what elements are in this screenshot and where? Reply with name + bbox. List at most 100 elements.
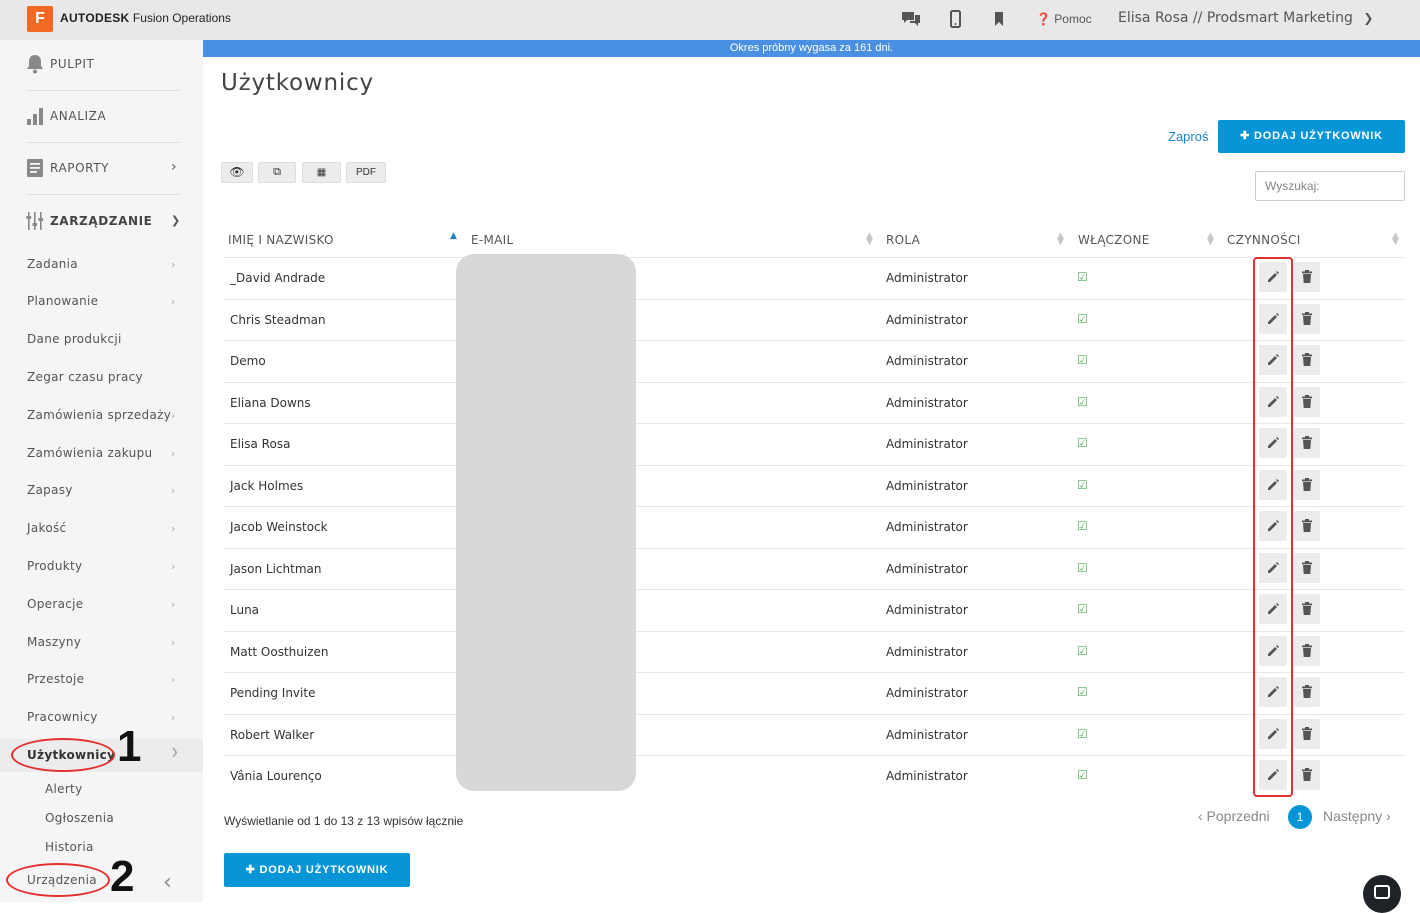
row-divider — [224, 672, 1405, 673]
delete-user-button[interactable] — [1294, 677, 1320, 707]
user-name-cell: Demo — [230, 354, 266, 368]
delete-user-button[interactable] — [1294, 719, 1320, 749]
sidebar-item-alerty[interactable]: Alerty — [45, 782, 82, 796]
column-header-role[interactable]: ROLA — [886, 233, 920, 247]
row-divider — [224, 340, 1405, 341]
page-1-button[interactable]: 1 — [1288, 805, 1312, 829]
delete-user-button[interactable] — [1294, 262, 1320, 292]
sidebar-item-analiza[interactable]: ANALIZA — [0, 92, 203, 142]
row-divider — [224, 714, 1405, 715]
sort-icon[interactable]: ▲ ▼ — [1207, 232, 1214, 247]
trash-icon — [1302, 561, 1312, 574]
annotation-box-edit-buttons — [1253, 257, 1293, 797]
table-info: Wyświetlanie od 1 do 13 z 13 wpisów łącz… — [224, 814, 464, 828]
sidebar-item-pulpit[interactable]: PULPIT — [0, 40, 203, 90]
trash-icon — [1302, 644, 1312, 657]
delete-user-button[interactable] — [1294, 304, 1320, 334]
enabled-check-icon: ☑ — [1077, 768, 1088, 782]
sidebar-item-produkty[interactable]: Produkty — [27, 559, 82, 573]
user-role-cell: Administrator — [886, 686, 968, 700]
delete-user-button[interactable] — [1294, 511, 1320, 541]
column-header-name[interactable]: IMIĘ I NAZWISKO — [228, 233, 334, 247]
copy-button[interactable]: ⧉ — [258, 162, 296, 183]
chat-bubbles-icon[interactable] — [900, 10, 922, 32]
sidebar-item-label: ZARZĄDZANIE — [50, 214, 153, 228]
sidebar-item-ogloszenia[interactable]: Ogłoszenia — [45, 811, 114, 825]
row-divider — [224, 631, 1405, 632]
previous-page-button[interactable]: ‹ Poprzedni — [1198, 808, 1270, 824]
column-visibility-button[interactable]: 👁 — [221, 162, 253, 183]
bookmark-icon[interactable] — [994, 10, 1004, 30]
table-icon: ▦ — [316, 167, 327, 178]
sort-icon[interactable]: ▲ ▼ — [1057, 232, 1064, 247]
brand-name[interactable]: AUTODESK Fusion Operations — [60, 11, 231, 25]
row-divider — [224, 382, 1405, 383]
user-role-cell: Administrator — [886, 313, 968, 327]
sidebar-item-zamowienia-sprzedazy[interactable]: Zamówienia sprzedaży — [27, 408, 171, 422]
enabled-check-icon: ☑ — [1077, 519, 1088, 533]
mobile-icon[interactable] — [950, 10, 961, 32]
add-user-button-bottom[interactable]: ✚ DODAJ UŻYTKOWNIK — [224, 853, 410, 887]
column-header-enabled[interactable]: WŁĄCZONE — [1078, 233, 1150, 247]
user-name-cell: Luna — [230, 603, 260, 617]
sidebar-item-planowanie[interactable]: Planowanie — [27, 294, 98, 308]
sidebar-item-historia[interactable]: Historia — [45, 840, 94, 854]
trash-icon — [1302, 768, 1312, 781]
sidebar-item-operacje[interactable]: Operacje — [27, 597, 83, 611]
user-menu[interactable]: Elisa Rosa // Prodsmart Marketing ❯ — [1118, 10, 1373, 26]
delete-user-button[interactable] — [1294, 428, 1320, 458]
report-icon — [26, 158, 44, 178]
collapse-sidebar-icon[interactable]: ‹ — [163, 870, 172, 895]
user-role-cell: Administrator — [886, 562, 968, 576]
enabled-check-icon: ☑ — [1077, 353, 1088, 367]
column-header-email[interactable]: E-MAIL — [471, 233, 514, 247]
sidebar-item-dane-produkcji[interactable]: Dane produkcji — [27, 332, 122, 346]
sidebar-item-przestoje[interactable]: Przestoje — [27, 672, 84, 686]
user-name-cell: Jason Lichtman — [230, 562, 322, 576]
help-link[interactable]: ❓ Pomoc — [1036, 12, 1092, 26]
delete-user-button[interactable] — [1294, 594, 1320, 624]
sidebar-item-zegar[interactable]: Zegar czasu pracy — [27, 370, 143, 384]
sidebar-item-zapasy[interactable]: Zapasy — [27, 483, 73, 497]
sidebar-item-label: RAPORTY — [50, 161, 110, 175]
sort-icon[interactable]: ▲ ▼ — [866, 232, 873, 247]
delete-user-button[interactable] — [1294, 470, 1320, 500]
enabled-check-icon: ☑ — [1077, 685, 1088, 699]
delete-user-button[interactable] — [1294, 760, 1320, 790]
add-user-button-top[interactable]: ✚ DODAJ UŻYTKOWNIK — [1218, 120, 1405, 153]
invite-link[interactable]: Zaproś — [1168, 129, 1208, 144]
bell-icon — [26, 54, 44, 74]
trial-banner: Okres próbny wygasa za 161 dni. — [203, 40, 1420, 57]
chat-launcher-button[interactable] — [1363, 875, 1401, 913]
delete-user-button[interactable] — [1294, 553, 1320, 583]
delete-user-button[interactable] — [1294, 636, 1320, 666]
sort-icon[interactable]: ▲ ▼ — [1392, 232, 1399, 247]
pdf-export-button[interactable]: PDF — [346, 162, 386, 183]
user-role-cell: Administrator — [886, 603, 968, 617]
sidebar-item-zamowienia-zakupu[interactable]: Zamówienia zakupu — [27, 446, 152, 460]
sidebar-item-jakosc[interactable]: Jakość — [27, 521, 66, 535]
enabled-check-icon: ☑ — [1077, 727, 1088, 741]
next-page-button[interactable]: Następny › — [1323, 808, 1391, 824]
sidebar-item-zadania[interactable]: Zadania — [27, 257, 78, 271]
sidebar-item-zarzadzanie[interactable]: ZARZĄDZANIE ❯ — [0, 197, 203, 247]
trash-icon — [1302, 395, 1312, 408]
enabled-check-icon: ☑ — [1077, 270, 1088, 284]
search-input[interactable]: Wyszukaj: — [1255, 171, 1405, 201]
user-label: Elisa Rosa // Prodsmart Marketing — [1118, 10, 1353, 26]
divider — [26, 194, 180, 195]
excel-export-button[interactable]: ▦ — [302, 162, 341, 183]
eye-icon: 👁 — [229, 165, 245, 179]
user-name-cell: _David Andrade — [230, 271, 326, 285]
divider — [26, 90, 180, 91]
sort-ascending-icon[interactable]: ▲ — [450, 232, 457, 241]
delete-user-button[interactable] — [1294, 387, 1320, 417]
brand-product: Fusion Operations — [129, 11, 231, 25]
delete-user-button[interactable] — [1294, 345, 1320, 375]
sidebar-item-raporty[interactable]: RAPORTY › — [0, 144, 203, 194]
trash-icon — [1302, 312, 1312, 325]
fusion-logo[interactable]: F — [27, 6, 53, 32]
sidebar-item-pracownicy[interactable]: Pracownicy — [27, 710, 98, 724]
chevron-down-icon: ❯ — [1363, 11, 1374, 25]
sidebar-item-maszyny[interactable]: Maszyny — [27, 635, 81, 649]
